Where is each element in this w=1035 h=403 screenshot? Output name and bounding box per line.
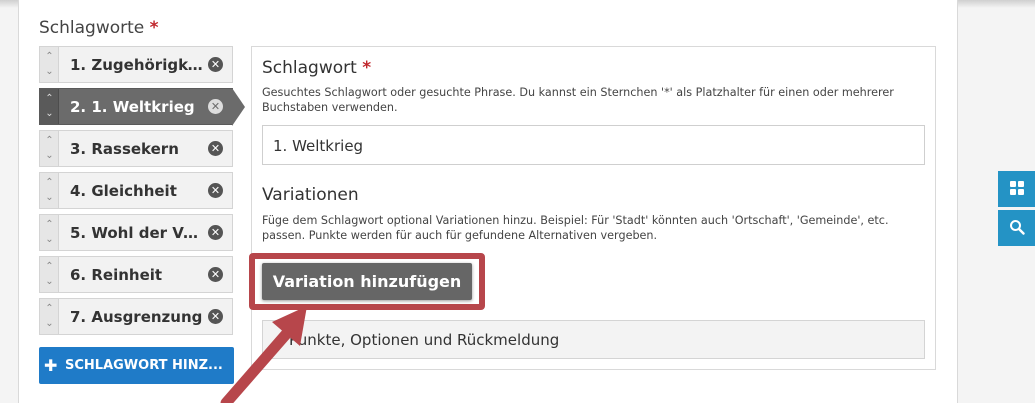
annotation-arrow: [220, 306, 307, 403]
side-tab-grid[interactable]: [998, 171, 1035, 207]
side-tab-search[interactable]: [998, 210, 1035, 246]
search-icon: [1009, 220, 1025, 235]
grid-icon: [1009, 181, 1024, 195]
